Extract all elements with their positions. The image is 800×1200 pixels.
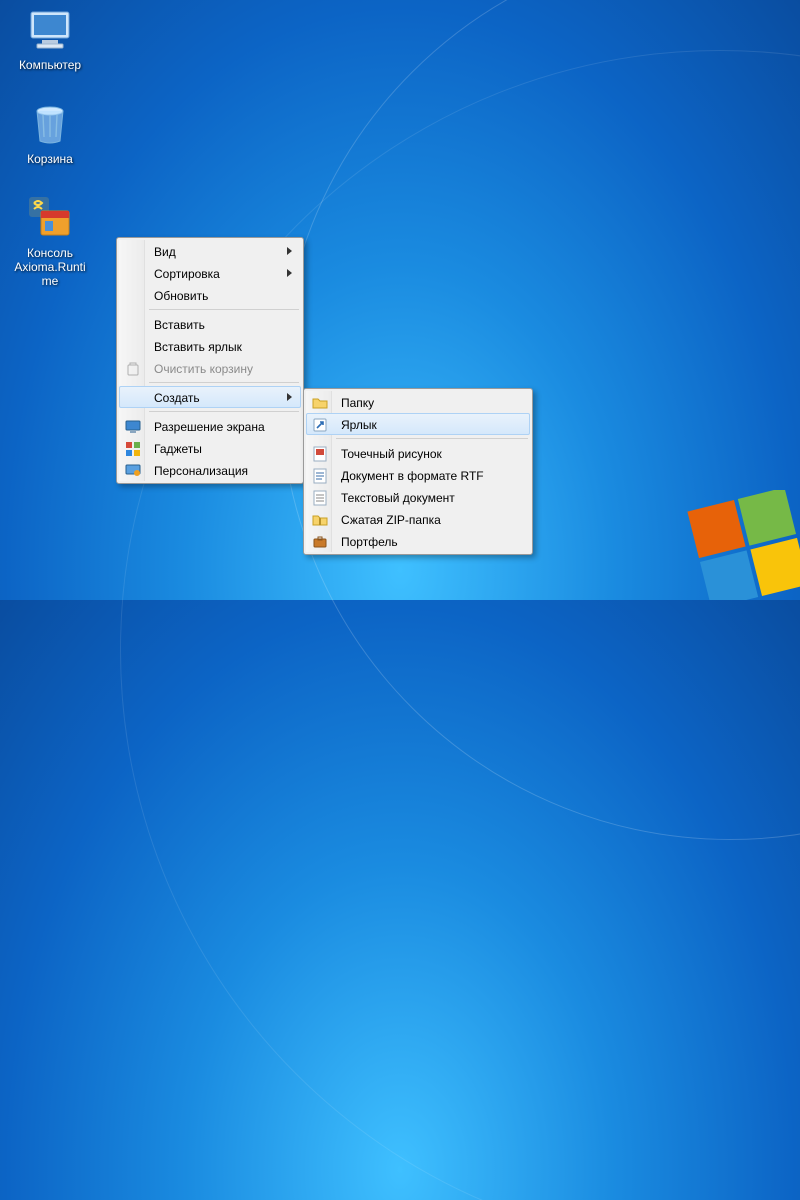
menu-separator <box>149 382 299 383</box>
gadgets-icon <box>124 440 142 458</box>
menu-item-new[interactable]: Создать <box>119 386 301 408</box>
menu-item-empty-recycle: Очистить корзину <box>119 357 301 379</box>
personalize-icon <box>124 462 142 480</box>
menu-separator <box>336 438 528 439</box>
menu-item-view[interactable]: Вид <box>119 240 301 262</box>
menu-item-label: Разрешение экрана <box>154 420 265 434</box>
monitor-icon <box>124 418 142 436</box>
menu-item-label: Сжатая ZIP-папка <box>341 513 441 527</box>
submenu-item-folder[interactable]: Папку <box>306 391 530 413</box>
briefcase-icon <box>311 533 329 551</box>
submenu-item-bitmap[interactable]: Точечный рисунок <box>306 442 530 464</box>
submenu-item-zip[interactable]: Сжатая ZIP-папка <box>306 508 530 530</box>
submenu-arrow-icon <box>287 247 292 255</box>
menu-separator <box>149 309 299 310</box>
menu-item-screen-resolution[interactable]: Разрешение экрана <box>119 415 301 437</box>
menu-item-label: Очистить корзину <box>154 362 253 376</box>
menu-item-personalize[interactable]: Персонализация <box>119 459 301 481</box>
zip-icon <box>311 511 329 529</box>
submenu-item-txt[interactable]: Текстовый документ <box>306 486 530 508</box>
menu-item-label: Текстовый документ <box>341 491 455 505</box>
desktop-context-menu: Вид Сортировка Обновить Вставить Вставит… <box>116 237 304 484</box>
menu-item-refresh[interactable]: Обновить <box>119 284 301 306</box>
menu-item-gadgets[interactable]: Гаджеты <box>119 437 301 459</box>
new-submenu: Папку Ярлык Точечный рисунок Документ в … <box>303 388 533 555</box>
menu-item-sort[interactable]: Сортировка <box>119 262 301 284</box>
menu-item-label: Гаджеты <box>154 442 202 456</box>
computer-icon <box>26 6 74 54</box>
shortcut-icon <box>311 416 329 434</box>
desktop-icon-console[interactable]: Консоль Axioma.Runtime <box>10 194 90 288</box>
menu-item-label: Папку <box>341 396 374 410</box>
rtf-icon <box>311 467 329 485</box>
desktop-icon-computer[interactable]: Компьютер <box>10 6 90 72</box>
recycle-small-icon <box>124 360 142 378</box>
menu-item-label: Портфель <box>341 535 398 549</box>
menu-item-label: Вставить ярлык <box>154 340 242 354</box>
desktop-icon-label: Компьютер <box>10 58 90 72</box>
bitmap-icon <box>311 445 329 463</box>
menu-item-label: Персонализация <box>154 464 248 478</box>
desktop-icon-recycle-bin[interactable]: Корзина <box>10 100 90 166</box>
menu-separator <box>149 411 299 412</box>
txt-icon <box>311 489 329 507</box>
desktop-icon-label: Корзина <box>10 152 90 166</box>
submenu-arrow-icon <box>287 269 292 277</box>
recycle-bin-icon <box>26 100 74 148</box>
menu-item-label: Документ в формате RTF <box>341 469 484 483</box>
desktop-icon-label: Консоль Axioma.Runtime <box>10 246 90 288</box>
menu-item-label: Точечный рисунок <box>341 447 442 461</box>
submenu-item-shortcut[interactable]: Ярлык <box>306 413 530 435</box>
menu-item-label: Сортировка <box>154 267 220 281</box>
submenu-item-rtf[interactable]: Документ в формате RTF <box>306 464 530 486</box>
menu-item-label: Вставить <box>154 318 205 332</box>
console-app-icon <box>26 194 74 242</box>
menu-item-label: Вид <box>154 245 176 259</box>
windows-logo-corner <box>680 490 800 600</box>
submenu-item-briefcase[interactable]: Портфель <box>306 530 530 552</box>
submenu-arrow-icon <box>287 393 292 401</box>
menu-item-paste[interactable]: Вставить <box>119 313 301 335</box>
menu-item-label: Создать <box>154 391 200 405</box>
menu-item-paste-shortcut[interactable]: Вставить ярлык <box>119 335 301 357</box>
menu-item-label: Обновить <box>154 289 208 303</box>
folder-icon <box>311 394 329 412</box>
menu-item-label: Ярлык <box>341 418 377 432</box>
